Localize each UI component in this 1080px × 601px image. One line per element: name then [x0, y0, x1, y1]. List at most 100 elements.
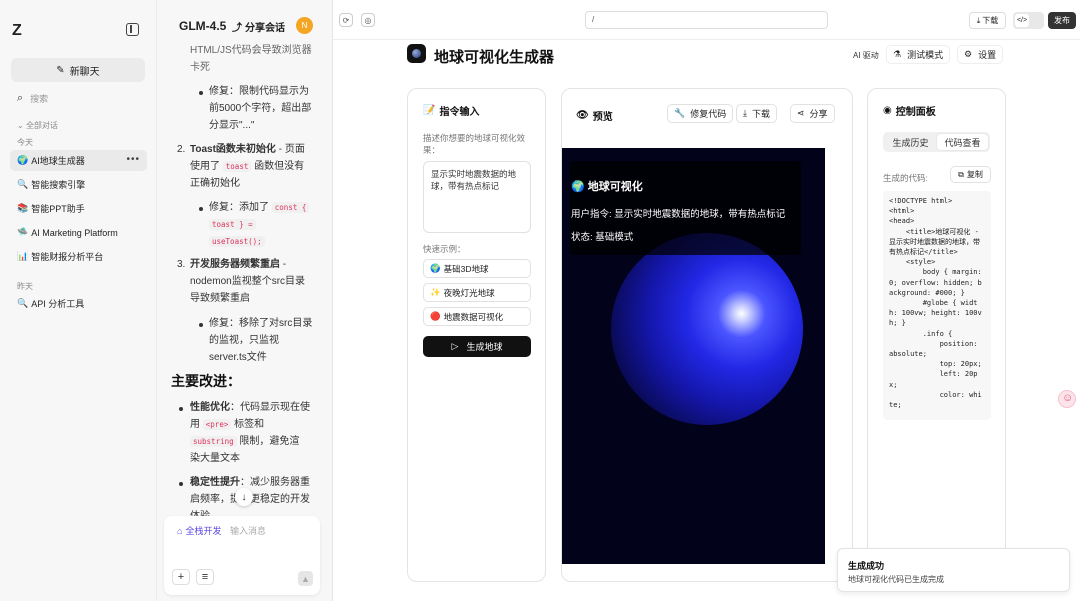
chat-text: 使用了 — [190, 161, 223, 172]
preview-title: 👁 预览 — [576, 108, 613, 123]
all-conversations-toggle[interactable]: ⌄ 全部对话 — [17, 120, 58, 131]
add-icon[interactable]: + — [172, 569, 190, 585]
preview-title-label: 预览 — [592, 112, 613, 123]
globe-canvas[interactable]: 🌍 地球可视化 用户指令: 显示实时地震数据的地球，带有热点标记 状态: 基础模… — [562, 148, 825, 564]
code-view-toggle[interactable]: </> — [1013, 12, 1044, 29]
scroll-down-icon[interactable]: ↓ — [235, 488, 253, 506]
code-viewer[interactable]: <!DOCTYPE html> <html> <head> <title>地球可… — [883, 191, 991, 420]
chat-text: 分显示"..." — [209, 120, 255, 131]
chat-bold: 开发服务器频繁重启 — [190, 259, 280, 270]
control-card: ◉ 控制面板 生成历史 代码查看 生成的代码: ⧉ 复制 <!DOCTYPE h… — [867, 88, 1006, 582]
chat-text: 函数但没有 — [251, 161, 305, 172]
command-textarea[interactable]: 显示实时地震数据的地球，带有热点标记 — [423, 161, 531, 233]
share-button[interactable]: ⋖ 分享 — [790, 104, 835, 123]
share-conversation-button[interactable]: ⤴ 分享会话 — [232, 19, 285, 34]
flask-icon: ⚗ — [893, 49, 902, 59]
tab-history[interactable]: 生成历史 — [885, 134, 936, 150]
success-toast[interactable]: 生成成功 地球可视化代码已生成完成 — [837, 548, 1070, 592]
sidebar-item-ai-globe[interactable]: 🌍 AI地球生成器 ••• — [10, 150, 147, 171]
sidebar-item-api-tool[interactable]: 🔍 API 分析工具 — [10, 293, 147, 314]
sidebar-item-label: 智能PPT助手 — [31, 204, 85, 214]
quick-examples-label: 快速示例： — [423, 244, 466, 254]
ai-badge: AI 驱动 — [853, 51, 879, 60]
chat-text: 修复：添加了 — [209, 202, 272, 213]
command-description: 描述你想要的地球可视化效果： — [423, 133, 526, 155]
sidebar-item-marketing[interactable]: 🛸 AI Marketing Platform — [10, 222, 147, 243]
magnifier-icon: 🔍 — [17, 298, 29, 308]
chat-text: ：代码显示现在使 — [230, 402, 310, 413]
chat-text: 染大量文本 — [190, 453, 240, 464]
chat-panel: GLM-4.5 ⤴ 分享会话 N HTML/JS代码会导致浏览器 卡死 修复：限… — [157, 0, 333, 601]
fullstack-mode-button[interactable]: ⌂ 全栈开发 — [177, 524, 221, 537]
new-chat-button[interactable]: ✎ 新聊天 — [11, 58, 145, 82]
publish-button[interactable]: 发布 — [1048, 12, 1076, 29]
code-mode-icon: ⌂ — [177, 525, 183, 536]
download-label: 下载 — [982, 16, 999, 25]
download-icon: ⤓ — [743, 108, 747, 118]
chat-text: ：减少服务器重 — [240, 477, 310, 488]
list-number: 2. — [177, 144, 186, 155]
globe-sphere[interactable] — [611, 233, 803, 425]
chat-text: useToast(); — [209, 234, 265, 251]
app-logo[interactable]: Z — [12, 22, 22, 40]
sidebar-item-ppt[interactable]: 📚 智能PPT助手 — [10, 198, 147, 219]
download-label: 下载 — [751, 109, 770, 119]
eye-icon: 👁 — [576, 110, 589, 121]
chat-text: 性能优化：代码显示现在使 — [190, 400, 310, 417]
globe-app-icon — [407, 44, 426, 63]
chat-text: 修复：限制代码显示为 — [209, 86, 309, 97]
chat-text: 标签和 — [231, 419, 265, 430]
inline-code: const { — [271, 202, 310, 213]
sidebar-collapse-icon[interactable] — [126, 23, 139, 36]
example-night-globe-button[interactable]: ✨ 夜晚灯光地球 — [423, 283, 531, 302]
sidebar-item-search-engine[interactable]: 🔍 智能搜索引擎 — [10, 174, 147, 195]
chat-text: 卡死 — [190, 62, 210, 73]
send-icon[interactable]: ▲ — [298, 571, 313, 586]
chat-text: - — [280, 259, 287, 270]
section-today: 今天 — [17, 138, 33, 147]
chat-text: 用 <pre> 标签和 — [190, 417, 264, 434]
message-input-box[interactable]: ⌂ 全栈开发 输入消息 + ≡ ▲ — [164, 516, 320, 595]
preview-download-button[interactable]: ⤓ 下载 — [736, 104, 777, 123]
test-mode-label: 测试模式 — [907, 50, 944, 60]
code-icon: </> — [1015, 14, 1029, 27]
search-icon: ⌕ — [17, 92, 24, 104]
download-button[interactable]: ⤓ 下载 — [969, 12, 1006, 29]
overlay-status: 状态: 基础模式 — [571, 232, 634, 243]
books-icon: 📚 — [17, 203, 29, 213]
generate-globe-button[interactable]: ▷ 生成地球 — [423, 336, 531, 357]
message-input[interactable]: 输入消息 — [230, 524, 266, 537]
chat-text: - 页面 — [275, 144, 305, 155]
assistant-float-icon[interactable] — [1058, 390, 1076, 408]
settings-label: 设置 — [978, 50, 997, 60]
chat-header: GLM-4.5 ⤴ 分享会话 N — [157, 0, 332, 40]
fix-code-button[interactable]: 🔧 修复代码 — [667, 104, 734, 123]
avatar[interactable]: N — [296, 17, 313, 34]
refresh-icon[interactable]: ⟳ — [339, 13, 353, 27]
sidebar-item-finance[interactable]: 📊 智能财报分析平台 — [10, 246, 147, 267]
url-bar[interactable]: / — [585, 11, 828, 29]
test-mode-button[interactable]: ⚗ 测试模式 — [886, 45, 951, 64]
example-basic-globe-button[interactable]: 🌍 基础3D地球 — [423, 259, 531, 278]
target-icon[interactable]: ◎ — [361, 13, 375, 27]
chat-text: 的监视，只监视 — [209, 335, 279, 346]
search-input[interactable]: ⌕ 搜索 — [17, 92, 48, 105]
globe-icon: 🌍 — [17, 155, 29, 165]
chat-text: 使用了 toast 函数但没有 — [190, 159, 304, 176]
tab-code[interactable]: 代码查看 — [937, 134, 988, 150]
inline-code: useToast(); — [209, 236, 265, 247]
chat-text: 修复：移除了对src目录 — [209, 318, 313, 329]
sidebar-item-label: 智能搜索引擎 — [31, 180, 86, 190]
settings-button[interactable]: ⚙ 设置 — [957, 45, 1004, 64]
model-name[interactable]: GLM-4.5 — [179, 19, 226, 33]
example-earthquake-button[interactable]: 🔴 地震数据可视化 — [423, 307, 531, 326]
browser-toolbar: ⟳ ◎ / ⤓ 下载 </> 发布 — [333, 0, 1080, 40]
menu-icon[interactable]: ≡ — [196, 569, 214, 585]
example-label: 基础3D地球 — [443, 263, 489, 274]
chat-text: toast } = — [209, 217, 256, 234]
more-icon[interactable]: ••• — [126, 154, 140, 165]
sparkle-icon: ✨ — [430, 287, 441, 297]
chat-text: nodemon监视整个src目录 — [190, 276, 306, 287]
copy-button[interactable]: ⧉ 复制 — [950, 166, 991, 183]
control-title-label: 控制面板 — [895, 107, 936, 118]
